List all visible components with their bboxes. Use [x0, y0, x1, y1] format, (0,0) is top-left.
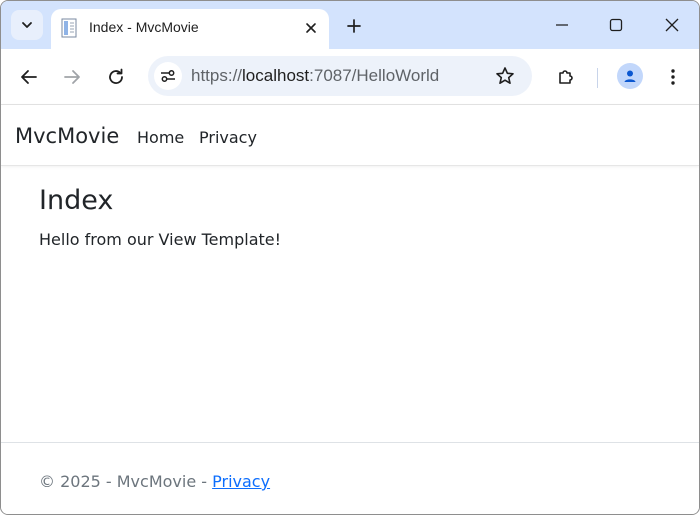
star-icon [496, 67, 514, 84]
tab-search-button[interactable] [11, 10, 43, 40]
more-vert-icon [671, 69, 675, 85]
minimize-icon [556, 24, 568, 26]
tab-close-button[interactable] [299, 16, 323, 40]
new-tab-button[interactable] [341, 13, 367, 39]
page-icon [61, 18, 77, 38]
browser-toolbar: https://localhost:7087/HelloWorld [1, 49, 699, 105]
page-message: Hello from our View Template! [39, 230, 282, 249]
arrow-right-icon [64, 70, 80, 84]
person-icon [624, 70, 636, 82]
maximize-button[interactable] [601, 11, 631, 39]
active-tab[interactable]: Index - MvcMovie [51, 9, 329, 49]
address-bar[interactable]: https://localhost:7087/HelloWorld [148, 56, 532, 96]
tab-strip: Index - MvcMovie [1, 1, 699, 49]
site-brand-link[interactable]: MvcMovie [15, 124, 119, 148]
bookmark-button[interactable] [492, 63, 518, 89]
maximize-icon [609, 18, 623, 32]
back-button[interactable] [15, 63, 43, 91]
site-info-button[interactable] [154, 62, 182, 90]
plus-icon [347, 19, 361, 33]
footer-text: © 2025 - MvcMovie - Privacy [39, 472, 270, 491]
tune-icon [161, 70, 175, 82]
reload-button[interactable] [102, 63, 130, 91]
profile-button[interactable] [617, 63, 643, 89]
url-scheme: https:// [191, 66, 243, 85]
site-footer: © 2025 - MvcMovie - Privacy [1, 442, 699, 514]
menu-button[interactable] [659, 63, 687, 91]
forward-button[interactable] [58, 63, 86, 91]
page-title: Index [39, 185, 114, 216]
browser-window: Index - MvcMovie https://localhost:7087/… [0, 0, 700, 515]
puzzle-icon [559, 70, 573, 84]
arrow-left-icon [21, 70, 37, 84]
nav-link-home[interactable]: Home [137, 128, 184, 147]
extensions-button[interactable] [552, 63, 580, 91]
url-path: :7087/HelloWorld [309, 66, 440, 85]
nav-link-privacy[interactable]: Privacy [199, 128, 257, 147]
reload-icon [109, 68, 123, 84]
close-window-button[interactable] [657, 11, 687, 39]
page-viewport: MvcMovie Home Privacy Index Hello from o… [1, 105, 699, 514]
site-navbar: MvcMovie Home Privacy [1, 105, 699, 166]
tab-title: Index - MvcMovie [89, 19, 199, 35]
url-host: localhost [242, 66, 310, 85]
toolbar-divider [597, 68, 598, 88]
chevron-down-icon [22, 22, 32, 28]
close-icon [306, 23, 316, 33]
footer-copyright: © 2025 - MvcMovie - [39, 472, 213, 491]
close-icon [665, 18, 679, 32]
footer-privacy-link[interactable]: Privacy [212, 472, 270, 491]
url-text[interactable]: https://localhost:7087/HelloWorld [191, 66, 439, 86]
minimize-button[interactable] [547, 11, 577, 39]
